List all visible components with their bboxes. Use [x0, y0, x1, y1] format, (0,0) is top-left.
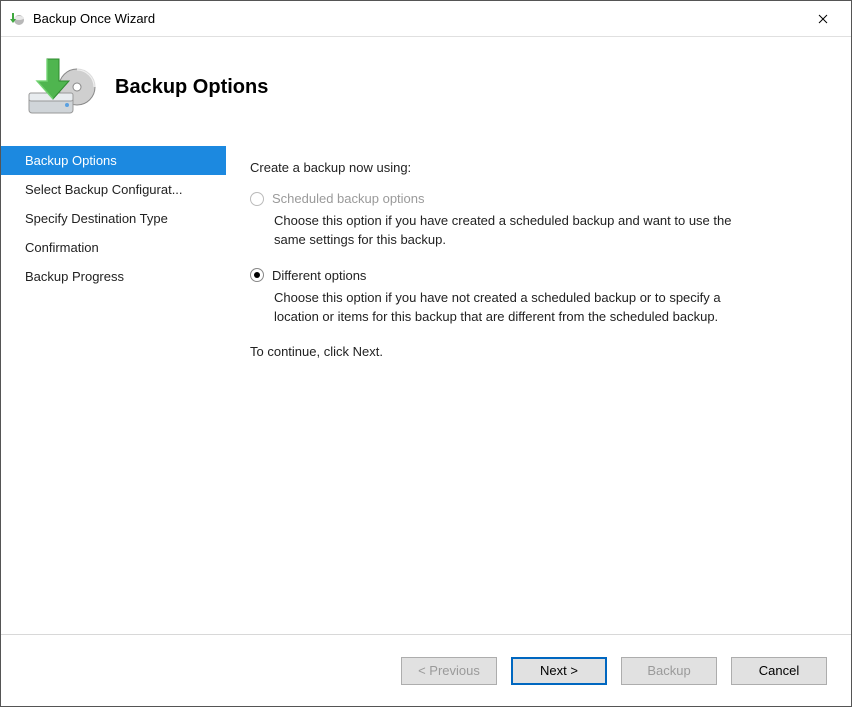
previous-button: < Previous: [401, 657, 497, 685]
radio-icon: [250, 268, 264, 282]
step-select-backup-config[interactable]: Select Backup Configurat...: [1, 175, 226, 204]
radio-icon: [250, 192, 264, 206]
next-button[interactable]: Next >: [511, 657, 607, 685]
cancel-button[interactable]: Cancel: [731, 657, 827, 685]
continue-text: To continue, click Next.: [250, 344, 823, 359]
step-backup-progress[interactable]: Backup Progress: [1, 262, 226, 291]
footer: < Previous Next > Backup Cancel: [1, 634, 851, 706]
window-title: Backup Once Wizard: [33, 11, 803, 26]
step-backup-options[interactable]: Backup Options: [1, 146, 226, 175]
titlebar: Backup Once Wizard: [1, 1, 851, 37]
wizard-body: Backup Options Select Backup Configurat.…: [1, 145, 851, 634]
step-confirmation[interactable]: Confirmation: [1, 233, 226, 262]
wizard-window: Backup Once Wizard Backup Options Backup…: [0, 0, 852, 707]
radio-scheduled-backup: Scheduled backup options: [250, 191, 823, 206]
header: Backup Options: [1, 37, 851, 145]
radio-desc-different: Choose this option if you have not creat…: [274, 289, 734, 327]
page-title: Backup Options: [115, 76, 268, 99]
step-sidebar: Backup Options Select Backup Configurat.…: [1, 146, 226, 634]
app-icon: [9, 11, 25, 27]
close-button[interactable]: [803, 5, 843, 33]
backup-button: Backup: [621, 657, 717, 685]
radio-desc-scheduled: Choose this option if you have created a…: [274, 212, 734, 250]
backup-disc-icon: [25, 57, 97, 117]
content-panel: Create a backup now using: Scheduled bac…: [226, 146, 851, 634]
step-specify-destination[interactable]: Specify Destination Type: [1, 204, 226, 233]
prompt-text: Create a backup now using:: [250, 160, 823, 175]
radio-different-options[interactable]: Different options: [250, 268, 823, 283]
radio-label-scheduled: Scheduled backup options: [272, 191, 425, 206]
radio-label-different: Different options: [272, 268, 366, 283]
